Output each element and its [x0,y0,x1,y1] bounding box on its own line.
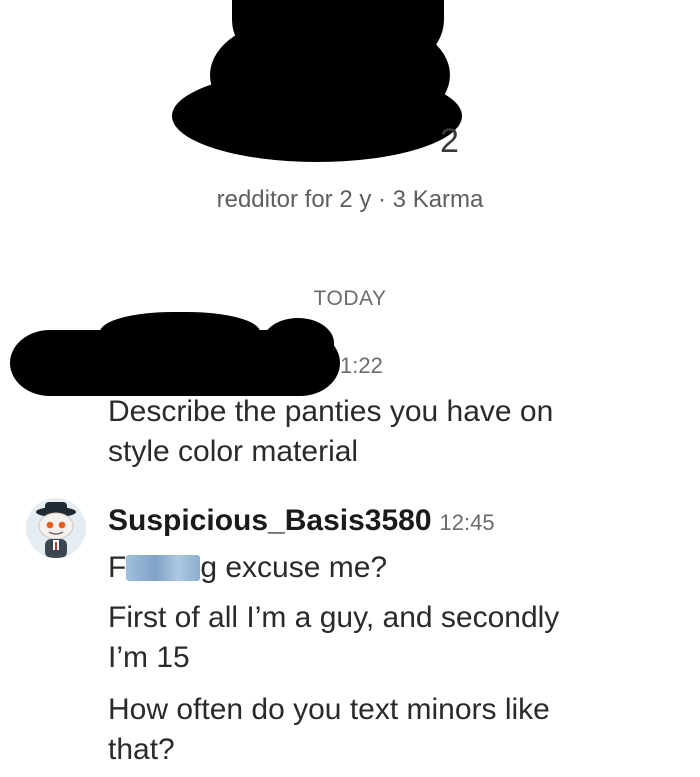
message-text: that? [108,733,175,766]
message-text: First of all I’m a guy, and secondly [108,601,560,634]
snoo-avatar-icon[interactable] [26,498,86,558]
profile-meta: redditor for 2 y · 3 Karma [216,186,484,213]
day-divider: TODAY [313,287,387,310]
message-text: Fg excuse me? [108,548,668,588]
message-text: How often do you text minors like [108,693,550,726]
message-text-prefix: F [108,551,127,584]
reply-author[interactable]: Suspicious_Basis3580 [108,504,432,537]
redaction-blob [100,312,260,352]
message-text: Describe the panties you have on [108,395,554,428]
message-timestamp: 1:22 [340,353,383,378]
username-tail: 2 [440,122,459,160]
redaction-blob [172,70,462,162]
reply-header: Suspicious_Basis3580 12:45 [108,504,495,538]
message-text: style color material [108,435,359,468]
pixelated-censor-icon [126,555,201,581]
message-timestamp: 12:45 [439,510,495,535]
message-text-suffix: g excuse me? [200,551,388,584]
message-text: I’m 15 [108,641,190,674]
redaction-blob [262,318,334,368]
